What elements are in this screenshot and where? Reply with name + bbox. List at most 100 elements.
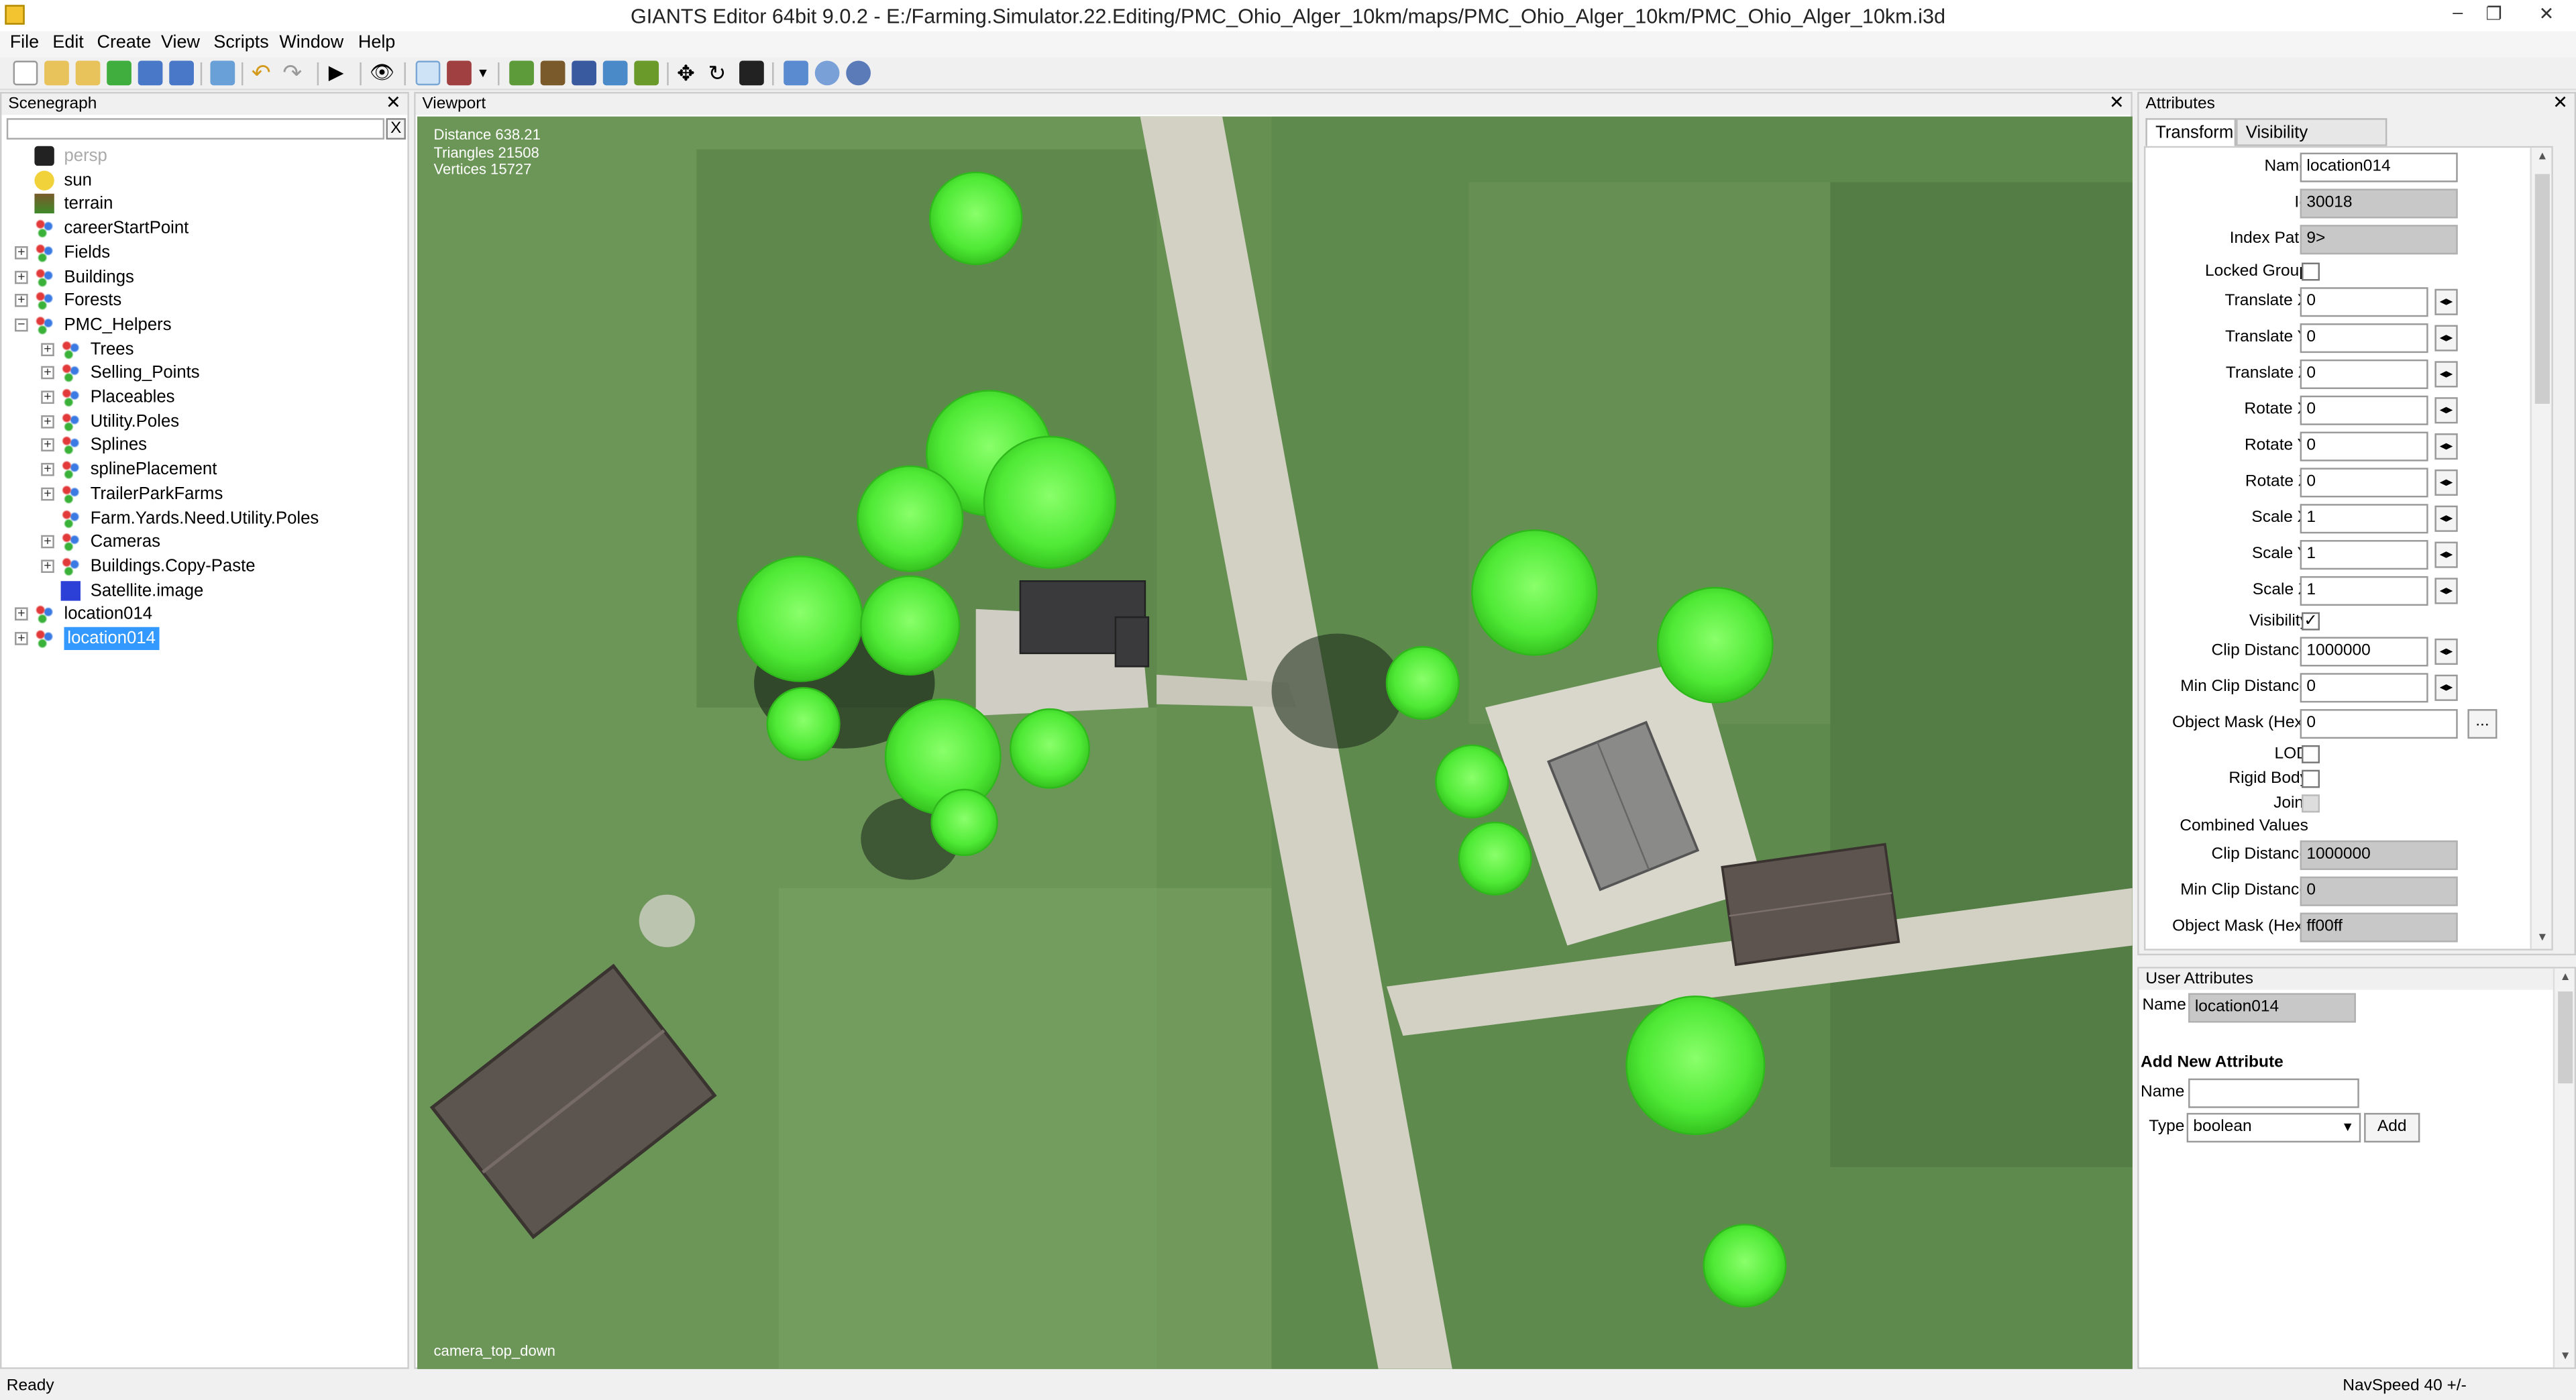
viewport-canvas[interactable]: Distance 638.21 Triangles 21508 Vertices… [417, 116, 2133, 1369]
tree-item[interactable]: + location014 [1, 603, 404, 626]
translate-x-spinner[interactable]: ◂▸ [2434, 288, 2458, 315]
play-icon[interactable]: ▶ [329, 61, 354, 86]
menu-window[interactable]: Window [279, 33, 343, 52]
close-icon[interactable]: ✕ [386, 93, 401, 115]
close-icon[interactable]: ✕ [2109, 93, 2125, 115]
collapse-icon[interactable]: − [15, 317, 28, 332]
user-attributes-scrollbar[interactable]: ▲ ▼ [2553, 968, 2576, 1368]
rotate-y-field[interactable]: 0 [2300, 431, 2428, 462]
tree-item[interactable]: terrain [1, 193, 404, 215]
close-window-button[interactable]: ✕ [2530, 3, 2563, 26]
add-attribute-button[interactable]: Add [2364, 1113, 2420, 1143]
expand-icon[interactable]: + [15, 607, 28, 621]
clip-distance-spinner[interactable]: ◂▸ [2434, 638, 2458, 665]
move-icon[interactable]: ✥ [677, 61, 702, 86]
tree-item[interactable]: + Forests [1, 289, 404, 312]
expand-icon[interactable]: + [41, 390, 54, 404]
min-clip-distance-field[interactable]: 0 [2300, 673, 2428, 703]
tree-item[interactable]: careerStartPoint [1, 217, 404, 239]
tab-transform[interactable]: Transform [2145, 118, 2237, 146]
tree-item[interactable]: + Splines [1, 434, 404, 457]
scrollbar-thumb[interactable] [2534, 174, 2550, 404]
expand-icon[interactable]: + [41, 438, 54, 452]
visibility-checkbox[interactable]: ✓ [2302, 612, 2320, 631]
menu-help[interactable]: Help [358, 33, 395, 52]
scale-y-field[interactable]: 1 [2300, 540, 2428, 570]
type-select[interactable]: boolean ▼ [2186, 1113, 2361, 1143]
scroll-up-icon[interactable]: ▲ [2555, 969, 2576, 988]
tree-item[interactable]: + Selling_Points [1, 362, 404, 384]
foliage-paint-icon[interactable] [572, 60, 596, 86]
tree-item[interactable]: + Buildings [1, 265, 404, 288]
clip-distance-field[interactable]: 1000000 [2300, 637, 2428, 667]
expand-icon[interactable]: + [41, 535, 54, 549]
menu-create[interactable]: Create [97, 33, 151, 52]
tree-item[interactable]: + splinePlacement [1, 458, 404, 481]
expand-icon[interactable]: + [41, 486, 54, 500]
tree-item[interactable]: Satellite.image [1, 579, 404, 602]
tree-item[interactable]: sun [1, 168, 404, 191]
restore-button[interactable]: ❐ [2477, 3, 2510, 26]
undo-icon[interactable]: ↶ [252, 61, 276, 86]
minimize-button[interactable]: – [2441, 3, 2474, 26]
tree-item[interactable]: + location014 [1, 627, 404, 651]
foliage-erase-icon[interactable] [602, 60, 628, 86]
scale-z-spinner[interactable]: ◂▸ [2434, 578, 2458, 604]
eye-icon[interactable]: 👁 [370, 61, 394, 86]
translate-y-field[interactable]: 0 [2300, 323, 2428, 354]
rotate-x-field[interactable]: 0 [2300, 395, 2428, 425]
scrollbar-thumb[interactable] [2558, 991, 2573, 1084]
redo-icon[interactable]: ↷ [282, 61, 307, 86]
tree-item[interactable]: Farm.Yards.Need.Utility.Poles [1, 506, 404, 529]
scale-x-field[interactable]: 1 [2300, 504, 2428, 534]
menu-edit[interactable]: Edit [52, 33, 83, 52]
expand-icon[interactable]: + [41, 341, 54, 356]
scroll-up-icon[interactable]: ▲ [2532, 148, 2553, 167]
tree-item[interactable]: + TrailerParkFarms [1, 482, 404, 505]
scenegraph-search-input[interactable] [6, 118, 385, 140]
save-as-icon[interactable] [169, 60, 194, 86]
expand-icon[interactable]: + [15, 269, 28, 284]
attributes-scrollbar[interactable]: ▲ ▼ [2530, 148, 2553, 949]
rotate-y-spinner[interactable]: ◂▸ [2434, 433, 2458, 460]
tree-item[interactable]: persp [1, 144, 404, 167]
tree-item[interactable]: + Cameras [1, 531, 404, 553]
paint-tool-icon[interactable] [447, 60, 472, 86]
select-tool-icon[interactable] [415, 60, 441, 86]
open-file-icon[interactable] [44, 60, 69, 86]
tree-item[interactable]: + Utility.Poles [1, 410, 404, 433]
translate-x-field[interactable]: 0 [2300, 287, 2428, 317]
expand-icon[interactable]: + [15, 245, 28, 260]
expand-icon[interactable]: + [15, 293, 28, 308]
locked-group-checkbox[interactable] [2302, 262, 2320, 281]
expand-icon[interactable]: + [41, 414, 54, 428]
snap-icon[interactable] [846, 60, 871, 86]
rotate-z-spinner[interactable]: ◂▸ [2434, 469, 2458, 496]
reload-icon[interactable] [107, 60, 131, 86]
tree-item[interactable]: + Placeables [1, 386, 404, 409]
expand-icon[interactable]: + [15, 631, 28, 645]
new-attribute-name-input[interactable] [2188, 1078, 2359, 1108]
tab-visibility-condition[interactable]: Visibility Condition [2236, 118, 2387, 169]
expand-icon[interactable]: + [41, 559, 54, 573]
tree-item[interactable]: − PMC_Helpers [1, 313, 404, 336]
scale-icon[interactable] [739, 60, 764, 86]
translate-y-spinner[interactable]: ◂▸ [2434, 325, 2458, 352]
translate-z-spinner[interactable]: ◂▸ [2434, 361, 2458, 388]
menu-file[interactable]: File [10, 33, 39, 52]
tree-item[interactable]: + Fields [1, 241, 404, 264]
name-field[interactable]: location014 [2300, 152, 2458, 182]
scale-x-spinner[interactable]: ◂▸ [2434, 505, 2458, 532]
menu-scripts[interactable]: Scripts [213, 33, 268, 52]
min-clip-distance-spinner[interactable]: ◂▸ [2434, 674, 2458, 701]
scroll-down-icon[interactable]: ▼ [2532, 929, 2553, 949]
close-icon[interactable]: ✕ [2553, 93, 2568, 115]
object-mask-field[interactable]: 0 [2300, 709, 2458, 739]
menu-view[interactable]: View [161, 33, 200, 52]
new-file-icon[interactable] [13, 60, 38, 86]
rotate-icon[interactable]: ↻ [708, 61, 733, 86]
export-icon[interactable] [210, 60, 235, 86]
save-icon[interactable] [138, 60, 163, 86]
expand-icon[interactable]: + [41, 366, 54, 380]
local-space-icon[interactable] [784, 60, 808, 86]
